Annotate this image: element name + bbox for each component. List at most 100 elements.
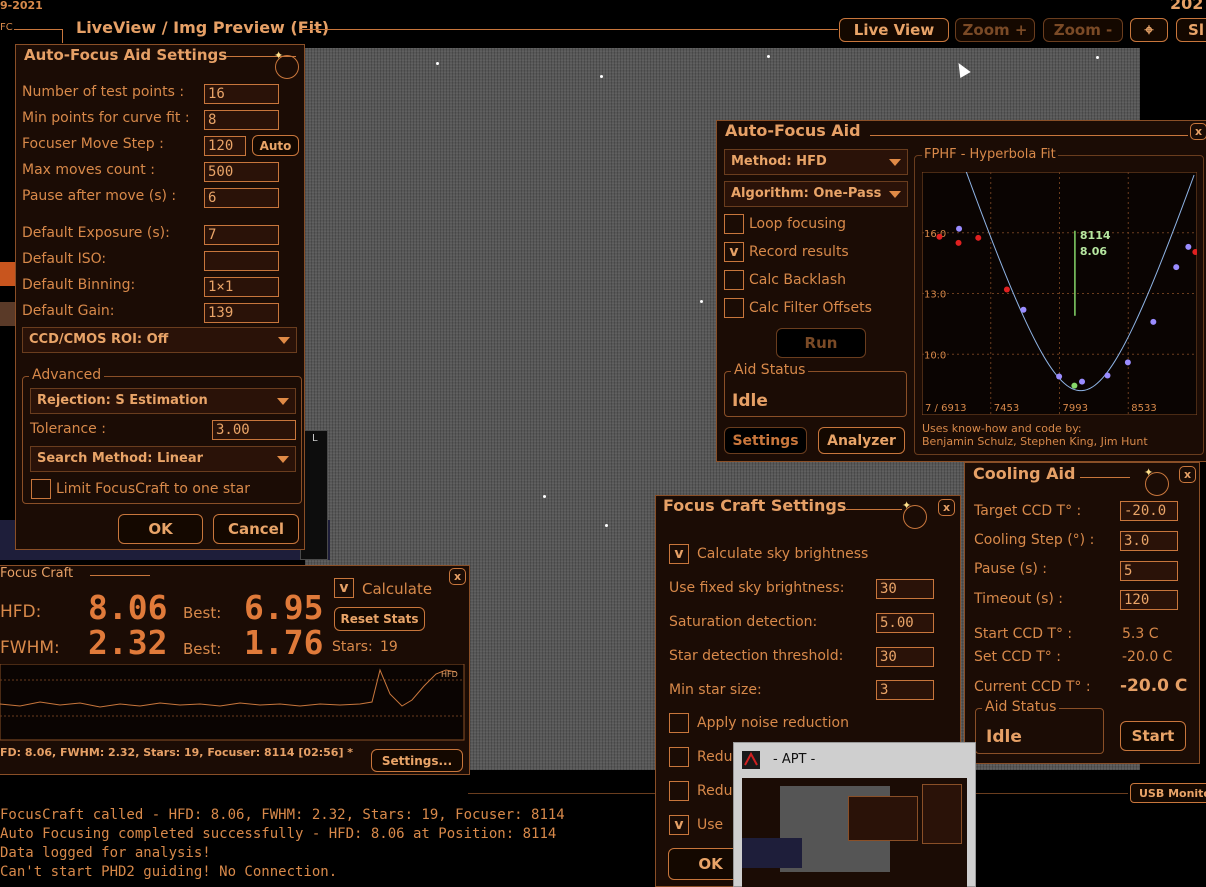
fixed-sky-input[interactable]: 30 — [876, 579, 934, 599]
algorithm-dropdown[interactable]: Algorithm: One-Pass — [724, 181, 908, 207]
apt-logo-icon — [742, 751, 760, 769]
limit-star-label: Limit FocusCraft to one star — [56, 481, 250, 497]
noise-reduction-checkbox[interactable] — [669, 713, 689, 733]
pause-input[interactable]: 6 — [204, 188, 279, 208]
field-label: Target CCD T° : — [974, 503, 1082, 519]
start-cooling-button[interactable]: Start — [1120, 721, 1186, 751]
cooling-pause-input[interactable]: 5 — [1120, 561, 1178, 581]
fc-settings-button[interactable]: Settings... — [371, 749, 463, 772]
data-point — [975, 234, 982, 241]
close-icon[interactable]: x — [1179, 466, 1196, 483]
side-strip — [1140, 48, 1206, 120]
reduce-label: Redu — [697, 749, 733, 765]
field-label: Saturation detection: — [669, 614, 818, 630]
focus-craft-title: Focus Craft — [0, 566, 74, 581]
fwhm-label: FWHM: — [0, 638, 60, 658]
use-checkbox[interactable]: v — [669, 815, 689, 835]
limit-star-checkbox[interactable] — [31, 479, 51, 499]
start-temp-value: 5.3 C — [1122, 626, 1159, 642]
zoom-out-button[interactable]: Zoom - — [1043, 18, 1123, 42]
best-label: Best: — [183, 640, 222, 658]
usb-monitor-button[interactable]: USB Monito — [1130, 783, 1206, 803]
tolerance-input[interactable]: 3.00 — [212, 420, 296, 440]
zoom-in-button[interactable]: Zoom + — [955, 18, 1035, 42]
reset-stats-button[interactable]: Reset Stats — [334, 607, 425, 631]
fc-settings-title: Focus Craft Settings — [663, 496, 847, 515]
taskbar-title: - APT - — [773, 752, 816, 767]
loop-focusing-checkbox[interactable] — [724, 214, 744, 234]
side-handle[interactable] — [0, 302, 16, 326]
target-temp-input[interactable]: -20.0 — [1120, 501, 1178, 521]
method-dropdown[interactable]: Method: HFD — [724, 149, 908, 175]
calc-filter-offsets-checkbox[interactable] — [724, 298, 744, 318]
roi-dropdown[interactable]: CCD/CMOS ROI: Off — [22, 327, 297, 353]
threshold-input[interactable]: 30 — [876, 647, 934, 667]
reduce-checkbox[interactable] — [669, 747, 689, 767]
tolerance-label: Tolerance : — [30, 421, 106, 437]
use-label: Use — [697, 817, 724, 833]
close-icon[interactable]: x — [1190, 123, 1206, 140]
close-icon[interactable]: x — [938, 499, 955, 516]
y-tick-label: 13.0 — [924, 290, 946, 301]
chevron-down-icon — [889, 159, 901, 166]
binning-input[interactable]: 1×1 — [204, 277, 279, 297]
crosshair-icon[interactable]: ⌖ — [1130, 18, 1168, 42]
max-moves-input[interactable]: 500 — [204, 162, 279, 182]
field-label: Min points for curve fit : — [22, 110, 190, 126]
field-label: Cooling Step (°) : — [974, 532, 1095, 548]
exposure-input[interactable]: 7 — [204, 225, 279, 245]
cooling-status-value: Idle — [986, 727, 1022, 747]
focus-position-label: 8114 — [1080, 229, 1111, 242]
rejection-dropdown[interactable]: Rejection: S Estimation — [30, 388, 296, 414]
field-label: Default ISO: — [22, 251, 107, 267]
calculate-checkbox[interactable]: v — [334, 578, 354, 598]
settings-button[interactable]: Settings — [724, 427, 807, 454]
move-step-input[interactable]: 120 — [204, 136, 246, 156]
y-tick-label: 16.0 — [924, 229, 946, 240]
record-results-label: Record results — [749, 244, 849, 260]
data-point — [1185, 243, 1192, 250]
cooling-step-input[interactable]: 3.0 — [1120, 531, 1178, 551]
min-star-size-input[interactable]: 3 — [876, 680, 934, 700]
star — [767, 55, 770, 58]
run-button[interactable]: Run — [776, 328, 866, 358]
af-aid-title: Auto-Focus Aid — [725, 121, 861, 140]
star — [436, 62, 439, 65]
test-points-input[interactable]: 16 — [204, 84, 279, 104]
calc-backlash-checkbox[interactable] — [724, 270, 744, 290]
data-point — [1056, 373, 1063, 380]
divider — [1080, 477, 1130, 478]
field-label: Use fixed sky brightness: — [669, 580, 845, 596]
ok-button[interactable]: OK — [118, 514, 203, 544]
sl-button[interactable]: Sl — [1176, 18, 1206, 42]
timeout-input[interactable]: 120 — [1120, 590, 1178, 610]
y-tick-label: 10.0 — [924, 350, 946, 361]
algorithm-value: Algorithm: One-Pass — [731, 186, 882, 201]
aid-status-value: Idle — [732, 391, 768, 411]
cooling-title: Cooling Aid — [973, 464, 1076, 483]
analyzer-button[interactable]: Analyzer — [818, 427, 905, 454]
best-hfd-value: 6.95 — [244, 588, 324, 627]
log-line: Data logged for analysis! — [0, 845, 211, 861]
calc-sky-checkbox[interactable]: v — [669, 544, 689, 564]
log-line: Can't start PHD2 guiding! No Connection. — [0, 864, 338, 880]
live-view-button[interactable]: Live View — [839, 18, 949, 42]
thumb-panel — [922, 784, 962, 844]
record-results-checkbox[interactable]: v — [724, 242, 744, 262]
hfd-history-graph: HFD — [0, 664, 465, 741]
iso-input[interactable] — [204, 251, 279, 271]
calculate-label: Calculate — [362, 580, 433, 598]
auto-button[interactable]: Auto — [252, 135, 299, 156]
cancel-button[interactable]: Cancel — [213, 514, 299, 544]
side-handle[interactable] — [0, 262, 16, 286]
min-points-input[interactable]: 8 — [204, 110, 279, 130]
focus-craft-status: FD: 8.06, FWHM: 2.32, Stars: 19, Focuser… — [0, 746, 354, 759]
gain-input[interactable]: 139 — [204, 303, 279, 323]
advanced-label: Advanced — [29, 367, 105, 383]
chevron-down-icon — [278, 337, 290, 344]
close-icon[interactable]: x — [449, 568, 466, 585]
reduce-checkbox[interactable] — [669, 781, 689, 801]
saturation-input[interactable]: 5.00 — [876, 613, 934, 633]
data-point — [1173, 264, 1180, 271]
search-method-dropdown[interactable]: Search Method: Linear — [30, 446, 296, 472]
